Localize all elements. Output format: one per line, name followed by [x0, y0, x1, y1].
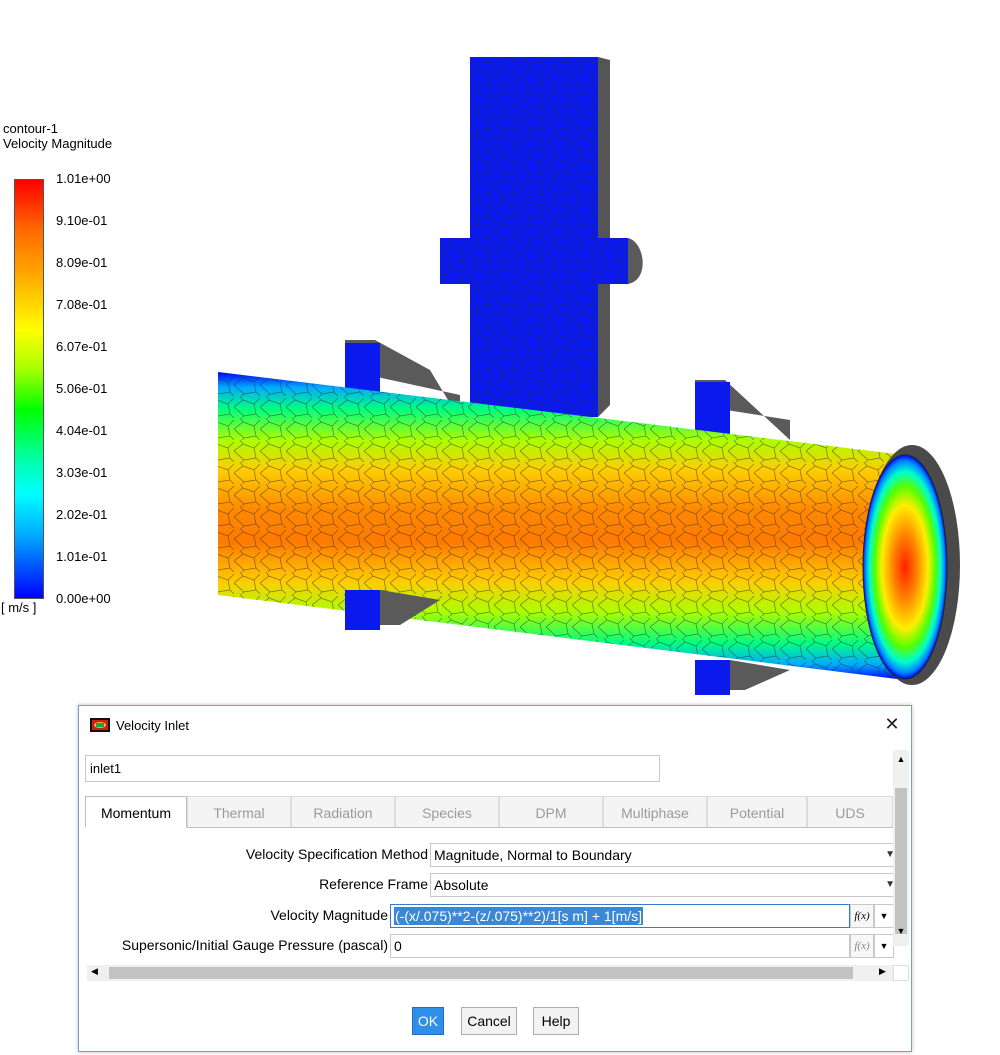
legend-tick: 6.07e-01: [56, 339, 108, 354]
velocity-magnitude-input[interactable]: (-(x/.075)**2-(z/.075)**2)/1[s m] + 1[m/…: [390, 904, 850, 928]
gauge-pressure-input[interactable]: 0: [390, 934, 850, 958]
horizontal-scroll-thumb[interactable]: [109, 967, 853, 979]
spec-method-label: Velocity Specification Method: [245, 846, 428, 862]
velocity-inlet-dialog: Velocity Inlet ✕ Momentum Thermal Radiat…: [78, 705, 912, 1052]
tab-momentum[interactable]: Momentum: [85, 796, 187, 828]
spec-method-select[interactable]: Magnitude, Normal to Boundary ▼: [430, 843, 900, 867]
gauge-pressure-label: Supersonic/Initial Gauge Pressure (pasca…: [121, 937, 388, 953]
close-icon: ✕: [884, 714, 900, 734]
help-button[interactable]: Help: [533, 1007, 579, 1035]
close-button[interactable]: ✕: [879, 712, 905, 736]
reference-frame-select[interactable]: Absolute ▼: [430, 873, 900, 897]
scroll-up-icon[interactable]: ▲: [893, 754, 909, 764]
reference-frame-value: Absolute: [434, 877, 489, 893]
tab-dpm[interactable]: DPM: [499, 796, 603, 828]
legend-tick: 9.10e-01: [56, 213, 108, 228]
legend-unit: [ m/s ]: [1, 600, 37, 615]
zone-name-input[interactable]: [85, 755, 660, 782]
tab-multiphase[interactable]: Multiphase: [603, 796, 707, 828]
fx-expression-button[interactable]: f(x): [850, 904, 874, 928]
fluent-app-icon: [90, 718, 110, 732]
dialog-title: Velocity Inlet: [116, 718, 189, 733]
legend-contour-name: contour-1: [3, 121, 58, 136]
legend-tick: 0.00e+00: [56, 591, 111, 606]
legend-quantity: Velocity Magnitude: [3, 136, 113, 151]
tab-potential[interactable]: Potential: [707, 796, 807, 828]
scroll-down-icon[interactable]: ▼: [893, 926, 909, 936]
legend-tick: 2.02e-01: [56, 507, 108, 522]
tab-thermal[interactable]: Thermal: [187, 796, 291, 828]
legend-title: contour-1 Velocity Magnitude: [3, 121, 112, 151]
scroll-left-icon[interactable]: ◀: [91, 966, 98, 977]
chevron-down-icon: ▼: [879, 941, 889, 951]
legend-tick: 8.09e-01: [56, 255, 108, 270]
pipe-contour-render: [218, 57, 960, 695]
screenshot-root: contour-1 Velocity Magnitude 1.01e+00 9.…: [0, 0, 1000, 1055]
legend-tick: 5.06e-01: [56, 381, 108, 396]
reference-frame-label: Reference Frame: [319, 876, 428, 892]
fx-expression-button[interactable]: f(x): [850, 934, 874, 958]
tab-uds[interactable]: UDS: [807, 796, 893, 828]
vertical-scroll-thumb[interactable]: [895, 788, 907, 934]
velocity-magnitude-expression: (-(x/.075)**2-(z/.075)**2)/1[s m] + 1[m/…: [394, 907, 644, 925]
legend-tick: 4.04e-01: [56, 423, 108, 438]
scrollbar-corner: [893, 965, 909, 981]
tab-radiation[interactable]: Radiation: [291, 796, 395, 828]
legend-tick: 3.03e-01: [56, 465, 108, 480]
scroll-right-icon[interactable]: ▶: [879, 966, 886, 977]
horizontal-scrollbar[interactable]: ◀ ▶: [87, 965, 893, 981]
velocity-magnitude-label: Velocity Magnitude: [270, 907, 388, 923]
legend-tick: 1.01e+00: [56, 171, 111, 186]
tab-panel-border: [85, 827, 893, 828]
legend-tick: 7.08e-01: [56, 297, 108, 312]
spec-method-value: Magnitude, Normal to Boundary: [434, 847, 632, 863]
fx-dropdown-button[interactable]: ▼: [874, 904, 894, 928]
chevron-down-icon: ▼: [879, 911, 889, 921]
vertical-scrollbar[interactable]: ▲ ▼: [893, 750, 909, 946]
fx-dropdown-button[interactable]: ▼: [874, 934, 894, 958]
ok-button[interactable]: OK: [412, 1007, 444, 1035]
tab-bar: Momentum Thermal Radiation Species DPM M…: [85, 796, 893, 828]
legend-tick: 1.01e-01: [56, 549, 108, 564]
tab-species[interactable]: Species: [395, 796, 499, 828]
dialog-titlebar: Velocity Inlet ✕: [79, 706, 911, 742]
legend-colorbar: [14, 179, 44, 599]
cancel-button[interactable]: Cancel: [461, 1007, 517, 1035]
